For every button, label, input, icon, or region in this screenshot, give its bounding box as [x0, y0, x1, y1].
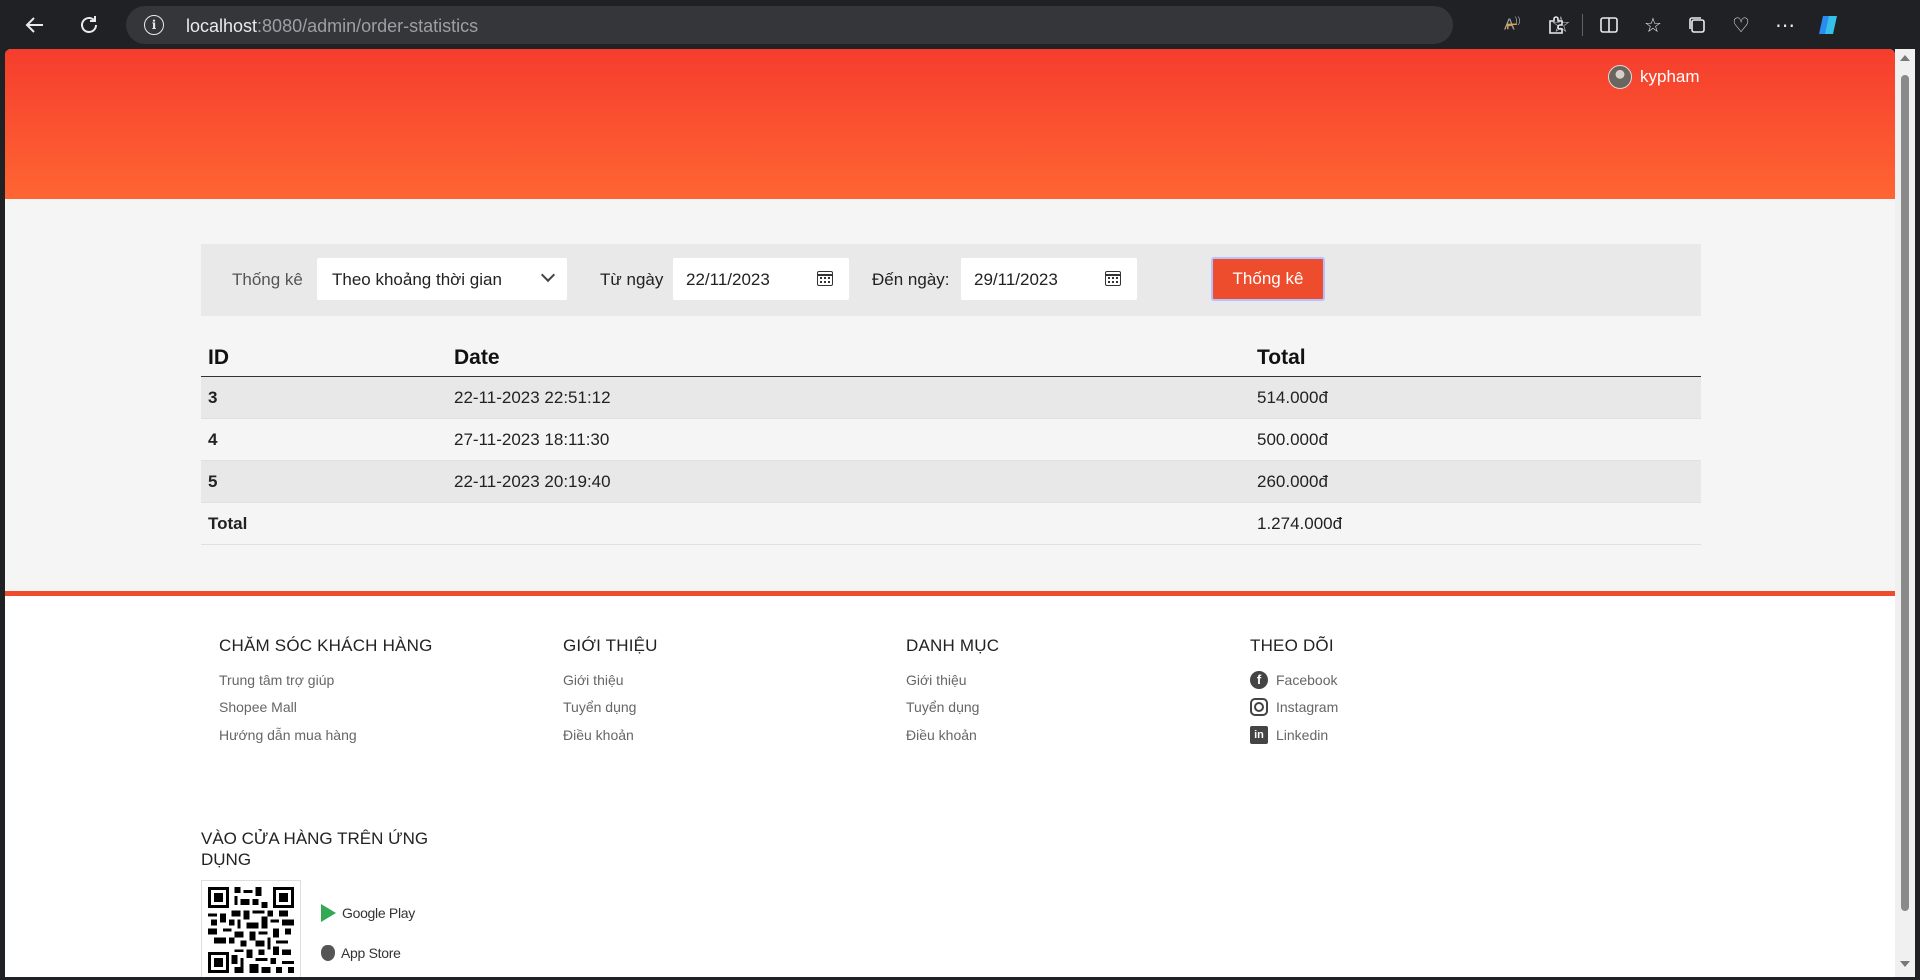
calendar-icon[interactable]	[817, 271, 833, 286]
split-screen-icon[interactable]	[1587, 6, 1631, 44]
back-arrow-icon[interactable]	[17, 7, 53, 43]
column-header-id: ID	[208, 346, 229, 369]
footer-col-about: GIỚI THIỆU Giới thiệu Tuyển dụng Điều kh…	[563, 636, 658, 749]
orders-table: ID Date Total 3 22-11-2023 22:51:12 514.…	[201, 338, 1701, 545]
browser-toolbar: i localhost:8080/admin/order-statistics …	[0, 0, 1920, 50]
footer-col-customer-care: CHĂM SÓC KHÁCH HÀNG Trung tâm trợ giúp S…	[219, 636, 433, 749]
app-store-link[interactable]: App Store	[321, 933, 415, 973]
vertical-scrollbar[interactable]	[1895, 49, 1915, 977]
collections-icon[interactable]	[1675, 6, 1719, 44]
column-header-date: Date	[454, 346, 500, 369]
linkedin-label: Linkedin	[1276, 726, 1329, 743]
to-date-value: 29/11/2023	[974, 270, 1058, 289]
total-value: 1.274.000đ	[1257, 514, 1343, 533]
page-viewport: kypham Thống kê Theo khoảng thời gian Từ…	[5, 49, 1895, 977]
column-header-total: Total	[1257, 346, 1306, 369]
cell-total: 514.000đ	[1257, 388, 1328, 407]
copilot-icon[interactable]	[1807, 6, 1851, 44]
stat-mode-label: Thống kê	[232, 270, 303, 289]
google-play-link[interactable]: Google Play	[321, 893, 415, 933]
page-footer: CHĂM SÓC KHÁCH HÀNG Trung tâm trợ giúp S…	[5, 591, 1895, 977]
instagram-link[interactable]: Instagram	[1250, 694, 1338, 722]
table-row: 3 22-11-2023 22:51:12 514.000đ	[201, 377, 1701, 419]
cell-date: 22-11-2023 22:51:12	[454, 388, 611, 407]
favorites-icon[interactable]: ☆	[1631, 6, 1675, 44]
footer-col-title: GIỚI THIỆU	[563, 636, 658, 655]
footer-col-follow: THEO DÕI f Facebook Instagram in Linkedi…	[1250, 636, 1338, 749]
calendar-icon[interactable]	[1105, 271, 1121, 286]
to-date-input[interactable]: 29/11/2023	[961, 258, 1137, 300]
footer-link[interactable]: Tuyển dụng	[563, 694, 658, 722]
facebook-icon: f	[1250, 670, 1268, 689]
username: kypham	[1640, 67, 1700, 86]
from-date-value: 22/11/2023	[686, 270, 770, 289]
footer-link[interactable]: Giới thiệu	[563, 666, 658, 694]
footer-link[interactable]: Trung tâm trợ giúp	[219, 666, 433, 694]
url-text[interactable]: localhost:8080/admin/order-statistics	[186, 16, 478, 37]
table-row: 4 27-11-2023 18:11:30 500.000đ	[201, 419, 1701, 461]
from-date-input[interactable]: 22/11/2023	[673, 258, 849, 300]
apple-icon	[321, 945, 335, 961]
scroll-down-arrow-icon[interactable]	[1900, 961, 1910, 967]
table-total-row: Total 1.274.000đ	[201, 503, 1701, 545]
from-date-label: Từ ngày	[600, 270, 664, 289]
health-icon[interactable]: ♡	[1719, 6, 1763, 44]
info-icon[interactable]: i	[144, 15, 164, 35]
footer-col-categories: DANH MỤC Giới thiệu Tuyển dụng Điều khoả…	[906, 636, 999, 749]
user-menu[interactable]: kypham	[1608, 65, 1700, 89]
statistics-submit-button[interactable]: Thống kê	[1211, 257, 1325, 301]
stat-mode-select[interactable]: Theo khoảng thời gian	[317, 258, 567, 300]
linkedin-link[interactable]: in Linkedin	[1250, 721, 1338, 749]
more-icon[interactable]: ⋯	[1763, 6, 1807, 44]
cell-id: 4	[208, 430, 218, 449]
cell-date: 27-11-2023 18:11:30	[454, 430, 610, 449]
app-store-label: App Store	[341, 945, 401, 961]
page-header: kypham	[5, 49, 1895, 199]
footer-col-title: THEO DÕI	[1250, 636, 1334, 655]
instagram-label: Instagram	[1276, 699, 1339, 716]
footer-link[interactable]: Điều khoản	[906, 721, 999, 749]
table-header: ID Date Total	[201, 338, 1701, 377]
facebook-label: Facebook	[1276, 671, 1338, 688]
cell-id: 5	[208, 472, 218, 491]
footer-col-title: CHĂM SÓC KHÁCH HÀNG	[219, 636, 433, 655]
app-store-links: Google Play App Store	[321, 893, 415, 973]
stat-mode-value: Theo khoảng thời gian	[332, 270, 502, 289]
cell-total: 500.000đ	[1257, 430, 1328, 449]
google-play-label: Google Play	[342, 905, 415, 921]
total-label: Total	[208, 514, 248, 533]
toolbar-divider	[1582, 14, 1583, 36]
footer-link[interactable]: Giới thiệu	[906, 666, 999, 694]
cell-total: 260.000đ	[1257, 472, 1328, 491]
app-download-title: VÀO CỬA HÀNG TRÊN ỨNG DỤNG	[201, 829, 429, 869]
qr-code	[201, 880, 301, 977]
footer-col-title: DANH MỤC	[906, 636, 1000, 655]
footer-link[interactable]: Hướng dẫn mua hàng	[219, 721, 433, 749]
browser-toolbar-icons: ⌐ ☆ ♡ ⋯	[1490, 6, 1851, 44]
puzzle-icon[interactable]	[1534, 6, 1578, 44]
footer-link[interactable]: Shopee Mall	[219, 694, 433, 722]
address-bar[interactable]: i localhost:8080/admin/order-statistics …	[126, 6, 1571, 44]
scrollbar-thumb[interactable]	[1901, 75, 1909, 911]
chevron-down-icon	[540, 267, 556, 283]
avatar	[1608, 65, 1632, 89]
scroll-up-arrow-icon[interactable]	[1900, 55, 1910, 61]
cell-id: 3	[208, 388, 218, 407]
facebook-link[interactable]: f Facebook	[1250, 666, 1338, 694]
to-date-label: Đến ngày:	[872, 270, 950, 289]
instagram-icon	[1250, 698, 1268, 717]
footer-link[interactable]: Tuyển dụng	[906, 694, 999, 722]
table-row: 5 22-11-2023 20:19:40 260.000đ	[201, 461, 1701, 503]
footer-link[interactable]: Điều khoản	[563, 721, 658, 749]
linkedin-icon: in	[1250, 725, 1268, 744]
cell-date: 22-11-2023 20:19:40	[454, 472, 611, 491]
extension-icon[interactable]: ⌐	[1490, 6, 1534, 44]
google-play-icon	[321, 904, 336, 922]
reload-icon[interactable]	[71, 7, 107, 43]
statistics-filter-bar: Thống kê Theo khoảng thời gian Từ ngày 2…	[201, 244, 1701, 316]
